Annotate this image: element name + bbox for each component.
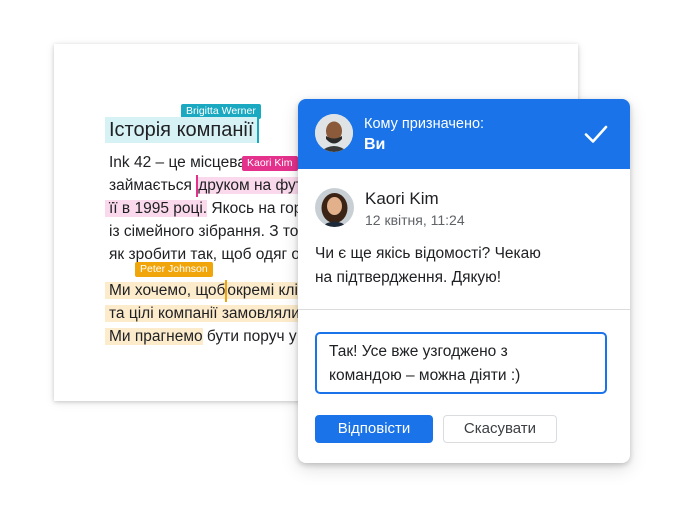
highlight-peter: та цілі компанії замовляли в <box>105 305 313 322</box>
comment-author: Kaori Kim <box>365 189 439 208</box>
reply-button[interactable]: Відповісти <box>315 415 433 443</box>
doc-line-8[interactable]: Ми прагнемо бути поруч у сл <box>105 326 318 348</box>
doc-line-4[interactable]: із сімейного зібрання. З то <box>109 221 298 243</box>
reply-text-line-2: командою – можна діяти :) <box>329 367 521 384</box>
doc-line-text: займається <box>109 177 197 194</box>
highlight-kaori: її в 1995 році. <box>105 200 208 217</box>
doc-line-1[interactable]: Ink 42 – це місцева <box>109 152 246 174</box>
highlight-peter: Ми прагнемо <box>105 328 203 345</box>
doc-line-6[interactable]: Ми хочемо, щоб окремі клієнт <box>105 280 322 302</box>
page-title[interactable]: Історія компанії <box>105 117 260 143</box>
comment-timestamp: 12 квітня, 11:24 <box>365 212 465 228</box>
cancel-button[interactable]: Скасувати <box>443 415 557 443</box>
doc-title-wrap: Історія компанії <box>105 117 260 143</box>
reply-text-line-1: Так! Усе вже узгоджено з <box>329 343 508 360</box>
highlight-peter: Ми хочемо, щоб <box>105 282 226 299</box>
doc-line-2[interactable]: займається друком на футбо <box>109 175 321 197</box>
assignee-avatar <box>315 114 353 152</box>
doc-line-7[interactable]: та цілі компанії замовляли в <box>105 303 313 325</box>
person-icon <box>315 114 353 152</box>
panel-divider <box>298 309 630 310</box>
comment-text-line-2: на підтвердження. Дякую! <box>315 269 502 286</box>
comment-text-line-1: Чи є ще якісь відомості? Чекаю <box>315 245 541 262</box>
check-icon[interactable] <box>583 121 609 147</box>
doc-line-text: із сімейного зібрання. З то <box>109 223 299 240</box>
reply-input[interactable]: Так! Усе вже узгоджено з командою – можн… <box>315 332 607 394</box>
assignee-name: Ви <box>364 136 386 153</box>
comment-panel: Кому призначено: Ви Kaori Kim 12 квітня,… <box>298 99 630 463</box>
doc-line-3[interactable]: її в 1995 році. Якось на гориці <box>105 198 323 220</box>
person-icon <box>315 188 354 227</box>
commenter-avatar <box>315 188 354 227</box>
assigned-to-label: Кому призначено: <box>364 116 485 132</box>
collaborator-tag-kaori: Kaori Kim <box>242 156 298 171</box>
doc-line-text: Ink 42 – це місцева <box>109 154 246 171</box>
doc-line-text: як зробити так, щоб одяг об'є <box>109 246 320 263</box>
assignment-header: Кому призначено: Ви <box>298 99 630 169</box>
collaborator-tag-peter: Peter Johnson <box>135 262 213 277</box>
